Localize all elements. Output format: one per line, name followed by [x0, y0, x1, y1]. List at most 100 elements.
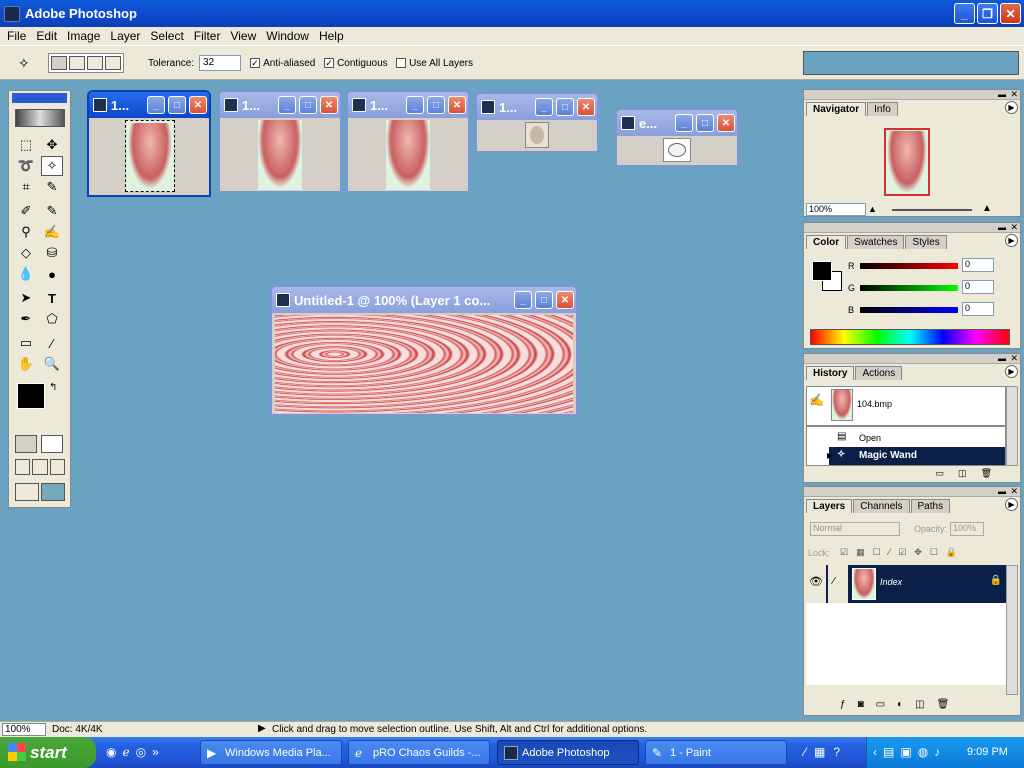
- subtract-selection-icon[interactable]: [87, 56, 103, 70]
- maximize-button[interactable]: □: [535, 291, 553, 309]
- close-icon[interactable]: ✕: [1010, 353, 1018, 364]
- tray-globe-icon[interactable]: ◍: [918, 745, 928, 759]
- trash-icon[interactable]: 🗑: [937, 699, 950, 710]
- tray-help-icon[interactable]: ?: [833, 745, 840, 759]
- tolerance-input[interactable]: 32: [199, 55, 241, 71]
- magic-wand-tool-icon[interactable]: ✧: [41, 156, 63, 176]
- document-window[interactable]: 1... _ □ ✕: [346, 90, 470, 193]
- screen-mode-standard-icon[interactable]: [15, 459, 31, 475]
- minimize-button[interactable]: _: [514, 291, 532, 309]
- close-button[interactable]: ✕: [556, 291, 574, 309]
- foreground-color-swatch[interactable]: [17, 383, 45, 409]
- history-brush-icon[interactable]: ✍: [809, 393, 824, 407]
- new-layer-icon[interactable]: ◫: [915, 699, 924, 710]
- tab-channels[interactable]: Channels: [853, 499, 910, 513]
- trash-icon[interactable]: 🗑: [981, 468, 992, 479]
- slice-tool-icon[interactable]: ✎: [41, 177, 63, 197]
- tab-info[interactable]: Info: [867, 102, 898, 116]
- menu-layer[interactable]: Layer: [105, 29, 145, 43]
- maximize-button[interactable]: □: [299, 96, 317, 114]
- shape-tool-icon[interactable]: ⬠: [41, 309, 63, 329]
- menu-help[interactable]: Help: [314, 29, 349, 43]
- doc-size[interactable]: Doc: 4K/4K: [52, 724, 103, 735]
- menu-edit[interactable]: Edit: [31, 29, 62, 43]
- jump-to-app-icon[interactable]: [41, 483, 65, 501]
- eyedropper-icon[interactable]: ⁄: [41, 333, 63, 353]
- close-icon[interactable]: ✕: [1010, 486, 1018, 497]
- collapse-icon[interactable]: ▬: [998, 487, 1006, 496]
- canvas[interactable]: [125, 120, 175, 192]
- zoom-field[interactable]: 100%: [2, 723, 46, 736]
- tab-actions[interactable]: Actions: [855, 366, 903, 380]
- notes-tool-icon[interactable]: ▭: [15, 333, 37, 353]
- close-icon[interactable]: ✕: [1010, 222, 1018, 233]
- type-tool-icon[interactable]: T: [41, 288, 63, 308]
- layer-name[interactable]: Index: [880, 577, 902, 587]
- lock-all-check-icon[interactable]: ☐: [930, 547, 938, 558]
- adjustment-layer-icon[interactable]: ◐: [897, 699, 903, 710]
- menu-select[interactable]: Select: [145, 29, 188, 43]
- close-button[interactable]: ✕: [189, 96, 207, 114]
- maximize-button[interactable]: □: [168, 96, 186, 114]
- menu-file[interactable]: File: [2, 29, 31, 43]
- eraser-tool-icon[interactable]: ◇: [15, 243, 37, 263]
- swap-colors-icon[interactable]: ↰: [49, 382, 57, 393]
- move-tool-icon[interactable]: ✥: [41, 135, 63, 155]
- brush-tool-icon[interactable]: ✎: [41, 201, 63, 221]
- task-adobe-photoshop[interactable]: Adobe Photoshop: [497, 740, 639, 765]
- document-window[interactable]: e... _ □ ✕: [615, 108, 739, 167]
- close-button[interactable]: ✕: [577, 98, 595, 116]
- layer-mask-icon[interactable]: ◙: [858, 699, 864, 710]
- layer-style-icon[interactable]: ƒ: [840, 699, 846, 710]
- tray-monitor-icon[interactable]: ▣: [900, 745, 911, 759]
- close-button[interactable]: ✕: [320, 96, 338, 114]
- blue-value[interactable]: 0: [962, 302, 994, 316]
- maximize-button[interactable]: □: [427, 96, 445, 114]
- adobe-eye-logo[interactable]: [15, 109, 65, 127]
- tab-paths[interactable]: Paths: [910, 499, 951, 513]
- history-scrollbar[interactable]: [1006, 386, 1018, 466]
- zoom-out-icon[interactable]: ▲: [868, 204, 877, 214]
- lock-position-check-icon[interactable]: ☑: [898, 547, 906, 558]
- close-button[interactable]: ✕: [1000, 3, 1021, 24]
- lock-checker-icon[interactable]: ▦: [856, 547, 865, 558]
- brush-icon[interactable]: ⁄: [828, 565, 848, 603]
- lock-paint-icon[interactable]: ☐: [873, 547, 881, 558]
- green-value[interactable]: 0: [962, 280, 994, 294]
- canvas[interactable]: [525, 122, 549, 148]
- pen-tool-icon[interactable]: ✒: [15, 309, 37, 329]
- screen-mode-menubar-icon[interactable]: [32, 459, 48, 475]
- tab-color[interactable]: Color: [806, 235, 847, 249]
- navigator-thumbnail[interactable]: [884, 128, 930, 196]
- blend-mode-select[interactable]: Normal: [810, 522, 900, 536]
- palette-menu-icon[interactable]: ▶: [1005, 498, 1018, 511]
- red-value[interactable]: 0: [962, 258, 994, 272]
- clock[interactable]: 9:09 PM: [967, 746, 1008, 758]
- palette-menu-icon[interactable]: ▶: [1005, 101, 1018, 114]
- color-ramp[interactable]: [810, 329, 1010, 345]
- tab-navigator[interactable]: Navigator: [806, 102, 867, 116]
- tab-layers[interactable]: Layers: [806, 499, 853, 513]
- tray-volume-icon[interactable]: ♪: [934, 745, 940, 759]
- layer-row[interactable]: 👁 ⁄ Index 🔒: [806, 565, 1006, 603]
- path-selection-icon[interactable]: ➤: [15, 288, 37, 308]
- zoom-slider[interactable]: [892, 209, 972, 211]
- minimize-button[interactable]: _: [147, 96, 165, 114]
- menu-view[interactable]: View: [225, 29, 261, 43]
- menu-filter[interactable]: Filter: [189, 29, 226, 43]
- menu-window[interactable]: Window: [261, 29, 314, 43]
- minimize-button[interactable]: _: [278, 96, 296, 114]
- snapshot-label[interactable]: 104.bmp: [857, 399, 892, 409]
- marquee-tool-icon[interactable]: ⬚: [15, 135, 37, 155]
- screen-mode-full-icon[interactable]: [49, 459, 65, 475]
- canvas[interactable]: [663, 138, 691, 162]
- blue-slider[interactable]: [860, 307, 958, 313]
- new-document-icon[interactable]: ▭: [936, 468, 945, 479]
- history-item-magic-wand[interactable]: ✧ Magic Wand: [829, 447, 1005, 465]
- clone-stamp-icon[interactable]: ⚲: [15, 222, 37, 242]
- task-pro-chaos-guilds[interactable]: ℯ pRO Chaos Guilds -...: [348, 740, 490, 765]
- menu-image[interactable]: Image: [62, 29, 105, 43]
- history-item-open[interactable]: Open: [859, 433, 881, 443]
- document-window[interactable]: 1... _ □ ✕: [475, 92, 599, 153]
- document-window[interactable]: 1... _ □ ✕: [218, 90, 342, 193]
